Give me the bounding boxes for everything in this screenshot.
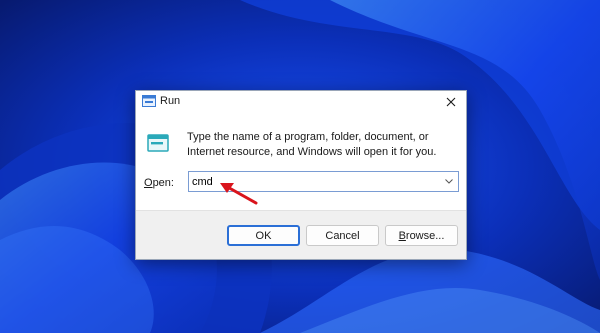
open-label-text: pen: (152, 177, 174, 189)
dialog-title: Run (160, 95, 181, 107)
close-button[interactable] (436, 91, 466, 112)
run-description: Type the name of a program, folder, docu… (187, 131, 437, 158)
run-dialog: Run Type the name of a program, folder, … (135, 90, 467, 260)
open-dropdown-button[interactable] (440, 172, 458, 191)
browse-button[interactable]: Browse... (385, 225, 458, 246)
run-icon (142, 95, 156, 107)
ok-button[interactable]: OK (227, 225, 300, 246)
red-arrow-icon (220, 183, 258, 205)
open-label-mnemonic: O (144, 177, 153, 189)
close-icon (446, 97, 456, 106)
dialog-footer: OK Cancel Browse... (136, 210, 466, 259)
run-icon (147, 134, 169, 152)
browse-label: rowse... (405, 229, 445, 242)
browse-mnemonic: B (398, 229, 406, 242)
chevron-down-icon (445, 179, 453, 184)
open-label: Open: (144, 177, 174, 189)
title-bar[interactable]: Run (136, 91, 466, 112)
cancel-button[interactable]: Cancel (306, 225, 379, 246)
